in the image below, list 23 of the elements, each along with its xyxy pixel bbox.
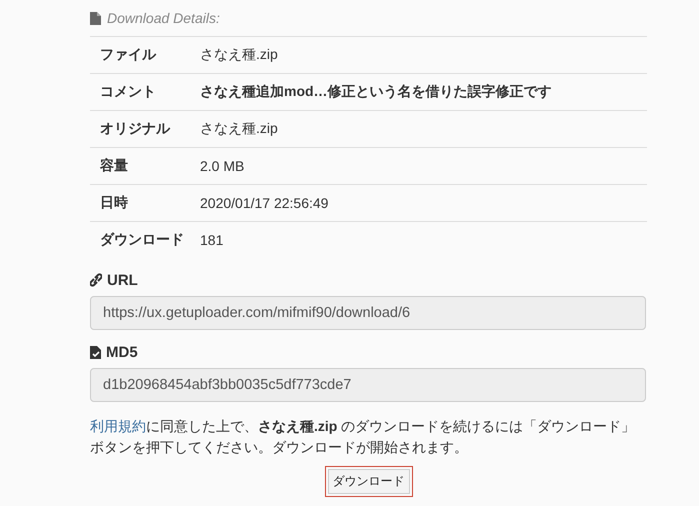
detail-label: 容量 bbox=[99, 157, 129, 175]
field-label: MD5 bbox=[106, 344, 138, 360]
link-icon bbox=[90, 273, 102, 287]
detail-value: 2.0 MB bbox=[200, 158, 246, 174]
terms-link[interactable]: 利用規約 bbox=[90, 418, 146, 434]
detail-value: さなえ種.zip bbox=[200, 120, 279, 138]
detail-value: 181 bbox=[200, 232, 224, 248]
hash-field[interactable]: d1b20968454abf3bb0035c5df773cde7 bbox=[90, 368, 646, 402]
detail-label: コメント bbox=[99, 83, 157, 101]
detail-label: オリジナル bbox=[99, 120, 172, 138]
detail-value: 2020/01/17 22:56:49 bbox=[200, 195, 330, 211]
detail-label: ファイル bbox=[99, 46, 158, 64]
file-icon bbox=[90, 12, 101, 24]
detail-label: 日時 bbox=[99, 194, 129, 212]
field-label: URL bbox=[107, 272, 138, 288]
file-check-icon bbox=[90, 346, 101, 358]
download-button[interactable]: ダウンロード bbox=[328, 469, 410, 494]
detail-value: さなえ種追加mod…修正という名を借りた誤字修正です bbox=[200, 83, 553, 101]
detail-label: ダウンロード bbox=[99, 231, 185, 249]
detail-value: さなえ種.zip bbox=[200, 46, 279, 64]
section-title: Download Details: bbox=[107, 10, 220, 26]
url-field[interactable]: https://ux.getuploader.com/mifmif90/download/6 bbox=[90, 296, 646, 330]
notice-text: 利用規約に同意した上で、さなえ種.zip のダウンロードを続けるには「ダウンロード」ボタンを押下してください。ダウンロードが開始されます。 bbox=[90, 417, 636, 457]
